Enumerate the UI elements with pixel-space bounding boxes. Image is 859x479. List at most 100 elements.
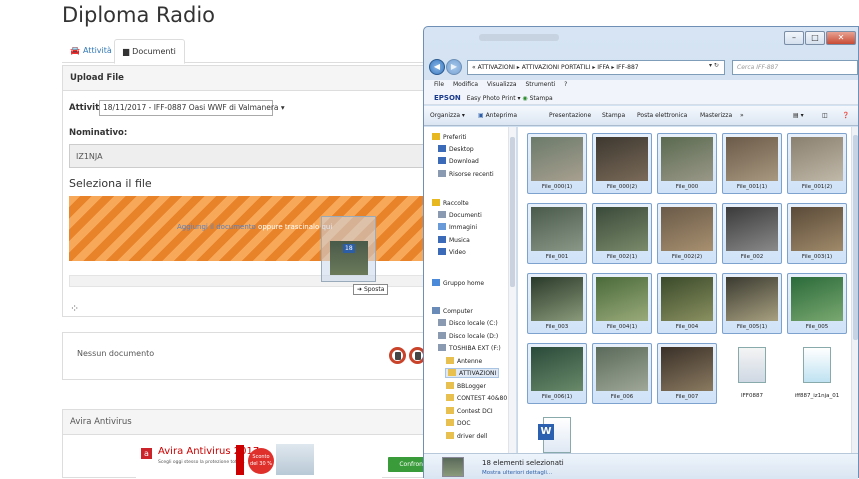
photo-thumbnail[interactable]: File_007: [657, 343, 717, 404]
nav-item[interactable]: Antenne: [446, 357, 482, 365]
nav-item[interactable]: Raccolte: [432, 199, 469, 207]
nav-item[interactable]: TOSHIBA EXT (F:): [438, 344, 501, 352]
tab-bar: 🚘 Attività ▆ Documenti: [62, 39, 442, 64]
photo-thumbnail[interactable]: File_000(1): [527, 133, 587, 194]
nav-item[interactable]: Musica: [438, 236, 470, 244]
folder-icon: [432, 307, 440, 314]
photo-image: [596, 347, 648, 391]
xml-file-icon: [738, 347, 766, 383]
nav-item[interactable]: Immagini: [438, 223, 477, 231]
drag-ghost: 18: [321, 216, 376, 282]
photo-thumbnail[interactable]: File_001(2): [787, 133, 847, 194]
file-name: iff887_iz1nja_01: [794, 393, 840, 399]
nav-item[interactable]: Disco locale (D:): [438, 332, 498, 340]
email-button[interactable]: Posta elettronica: [637, 112, 687, 119]
photo-image: [661, 207, 713, 251]
file-name: File_002(1): [606, 254, 638, 260]
photo-thumbnail[interactable]: File_006: [592, 343, 652, 404]
nav-item[interactable]: Video: [438, 248, 466, 256]
photo-thumbnail[interactable]: File_000: [657, 133, 717, 194]
maximize-button[interactable]: □: [805, 31, 825, 45]
folder-icon: [448, 369, 456, 376]
menu-file[interactable]: File: [434, 81, 444, 88]
drag-count-badge: 18: [343, 244, 355, 253]
menu-visualizza[interactable]: Visualizza: [487, 81, 517, 88]
nav-item[interactable]: driver dell: [446, 432, 487, 440]
nav-scrollbar[interactable]: [508, 127, 516, 453]
photo-thumbnail[interactable]: File_002(1): [592, 203, 652, 264]
photo-thumbnail[interactable]: File_001(1): [722, 133, 782, 194]
photo-thumbnail[interactable]: File_003(1): [787, 203, 847, 264]
photo-thumbnail[interactable]: File_002: [722, 203, 782, 264]
forward-button[interactable]: ▶: [446, 59, 462, 75]
organize-button[interactable]: Organizza ▾: [430, 112, 465, 119]
epson-print[interactable]: Stampa: [530, 95, 553, 102]
photo-thumbnail[interactable]: File_005: [787, 273, 847, 334]
menu-strumenti[interactable]: Strumenti: [525, 81, 555, 88]
photo-thumbnail[interactable]: File_005(1): [722, 273, 782, 334]
photo-thumbnail[interactable]: File_002(2): [657, 203, 717, 264]
preview-pane-icon[interactable]: ◫: [822, 112, 828, 119]
nav-item[interactable]: ATTIVAZIONI: [444, 368, 500, 378]
nav-item[interactable]: Desktop: [438, 145, 474, 153]
folder-icon: [446, 419, 454, 426]
nav-item[interactable]: Risorse recenti: [438, 170, 494, 178]
photo-thumbnail[interactable]: File_006(1): [527, 343, 587, 404]
file-name: File_004: [675, 324, 699, 330]
text-file[interactable]: iff887_iz1nja_01: [787, 343, 847, 404]
photo-thumbnail[interactable]: File_004(1): [592, 273, 652, 334]
address-field[interactable]: « ATTIVAZIONI ▸ ATTIVAZIONI PORTATILI ▸ …: [467, 60, 725, 75]
burn-button[interactable]: Masterizza: [700, 112, 732, 119]
nav-item[interactable]: Contest DCI: [446, 407, 493, 415]
nav-item[interactable]: Documenti: [438, 211, 482, 219]
back-button[interactable]: ◀: [429, 59, 445, 75]
nav-item[interactable]: Disco locale (C:): [438, 319, 498, 327]
folder-icon: [438, 170, 446, 177]
menu-bar: File Modifica Visualizza Strumenti ?: [424, 80, 858, 91]
nav-item[interactable]: BBLogger: [446, 382, 486, 390]
search-input[interactable]: Cerca IFF-887: [732, 60, 858, 75]
slideshow-button[interactable]: Presentazione: [549, 112, 591, 119]
content-scrollbar[interactable]: [851, 127, 858, 453]
nav-item[interactable]: CONTEST 40&80: [446, 394, 507, 402]
nav-item[interactable]: Download: [438, 157, 479, 165]
preview-button[interactable]: ▣ Anteprima: [478, 112, 517, 119]
help-icon[interactable]: ❓: [842, 112, 849, 119]
photo-thumbnail[interactable]: File_003: [527, 273, 587, 334]
more-button[interactable]: »: [740, 112, 744, 119]
file-name: File_002(2): [671, 254, 703, 260]
photo-thumbnail[interactable]: File_001: [527, 203, 587, 264]
address-dropdown-icon[interactable]: ▾ ↻: [709, 62, 719, 69]
activity-select[interactable]: 18/11/2017 - IFF-0887 Oasi WWF di Valman…: [99, 100, 285, 116]
tab-attivita[interactable]: 🚘 Attività: [62, 39, 120, 64]
photo-thumbnail[interactable]: File_000(2): [592, 133, 652, 194]
nav-item[interactable]: Preferiti: [432, 133, 467, 141]
close-button[interactable]: ✕: [826, 31, 856, 45]
status-more-link[interactable]: Mostra ulteriori dettagli...: [482, 470, 552, 476]
nav-item[interactable]: DOC: [446, 419, 471, 427]
book-icon: ▆: [123, 47, 130, 56]
avira-ad[interactable]: a Avira Antivirus 2017 Scegli oggi stess…: [136, 444, 452, 479]
easy-photo-print[interactable]: Easy Photo Print ▾: [467, 95, 521, 102]
photo-thumbnail[interactable]: File_004: [657, 273, 717, 334]
photo-image: [531, 347, 583, 391]
menu-modifica[interactable]: Modifica: [453, 81, 478, 88]
minimize-button[interactable]: –: [784, 31, 804, 45]
file-dropzone[interactable]: Aggiungi il documento oppure trascinalo …: [69, 196, 449, 261]
print-button[interactable]: Stampa: [602, 112, 625, 119]
nominativo-field[interactable]: IZ1NJA: [69, 144, 449, 168]
xml-file[interactable]: IFF0887: [722, 343, 782, 404]
explorer-window[interactable]: – □ ✕ ◀ ▶ « ATTIVAZIONI ▸ ATTIVAZIONI PO…: [423, 26, 859, 479]
document-icon[interactable]: [389, 347, 406, 364]
nav-item[interactable]: Computer: [432, 307, 473, 315]
status-count: 18 elementi selezionati: [482, 459, 564, 467]
menu-help[interactable]: ?: [564, 81, 567, 88]
document-file-icon: [803, 347, 831, 383]
add-document-link[interactable]: Aggiungi il documento: [177, 223, 256, 231]
view-icon[interactable]: ▤ ▾: [793, 112, 804, 119]
page-title: Diploma Radio: [62, 3, 216, 27]
upload-header: Upload File: [63, 66, 441, 91]
photo-image: [791, 207, 843, 251]
nav-item[interactable]: Gruppo home: [432, 279, 484, 287]
tab-documenti[interactable]: ▆ Documenti: [114, 39, 185, 64]
